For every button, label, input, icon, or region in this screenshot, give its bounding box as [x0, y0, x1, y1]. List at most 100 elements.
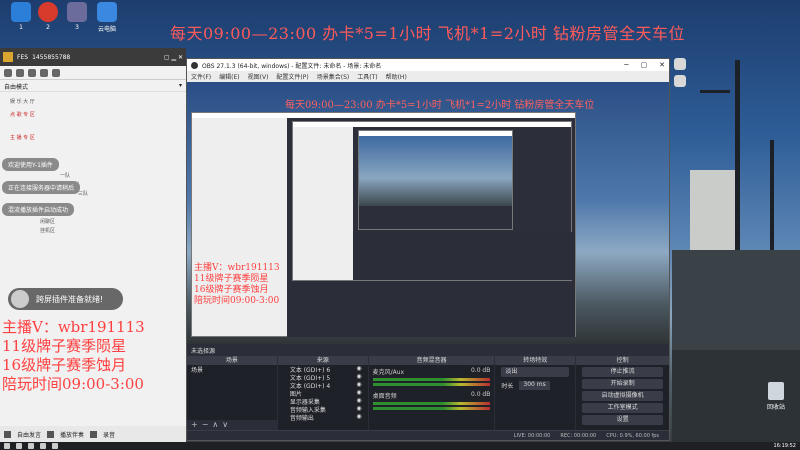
channel-item[interactable]: 点 歌 专 区 — [0, 111, 186, 120]
source-item[interactable]: 文本 (GDI+) 5 ◉ — [278, 373, 368, 382]
mode-select[interactable]: 自由模式 ▾ — [0, 80, 186, 92]
maximize-icon[interactable]: ▢ — [641, 61, 648, 69]
start-recording-button[interactable]: 开始录制 — [582, 379, 663, 389]
start-icon[interactable] — [4, 443, 10, 449]
chat-panel: FES 1455855788 ▢ ▁ ✕ 自由模式 ▾ 娱 乐 大 厅 点 歌 … — [0, 48, 186, 442]
window-controls[interactable]: ─ ▢ ✕ — [624, 61, 665, 69]
scenes-dock: 场景 场景 +−∧∨ — [187, 356, 277, 431]
channel-item[interactable]: 闲聊区 — [0, 218, 186, 227]
obs-docks: 场景 场景 +−∧∨ 来源 文本 (GDI+) 6 ◉ 文本 (GDI+) 5 ◉ … — [187, 356, 669, 431]
settings-button[interactable]: 设置 — [582, 415, 663, 425]
chat-panel-header: FES 1455855788 ▢ ▁ ✕ — [0, 48, 186, 66]
user-icon[interactable] — [28, 68, 36, 77]
preview-banner: 每天09:00—23:00 办卡*5=1小时 飞机*1=2小时 钻粉房管全天车位 — [285, 100, 595, 111]
room-id: 1455855788 — [32, 53, 71, 61]
preview-promo: 主播V：wbr191113 11级牌子赛季陨星 16级牌子赛季蚀月 陪玩时间09… — [194, 263, 280, 306]
search-icon[interactable] — [16, 443, 22, 449]
menu-tools[interactable]: 工具(T) — [357, 72, 377, 81]
menu-profile[interactable]: 配置文件(P) — [276, 72, 308, 81]
transition-select[interactable]: 淡出 — [501, 367, 570, 377]
obs-preview[interactable]: 每天09:00—23:00 办卡*5=1小时 飞机*1=2小时 钻粉房管全天车位… — [187, 82, 669, 344]
avatar — [11, 290, 29, 308]
close-icon[interactable] — [674, 58, 686, 70]
music-icon[interactable] — [47, 430, 55, 438]
source-item[interactable]: 显示器采集 ◉ — [278, 397, 368, 406]
desktop-banner: 每天09:00—23:00 办卡*5=1小时 飞机*1=2小时 钻粉房管全天车位 — [170, 24, 686, 43]
app-icon[interactable] — [40, 443, 46, 449]
avatar — [3, 52, 13, 62]
channel-item[interactable]: 主 播 专 区 — [0, 134, 186, 143]
eye-icon[interactable]: ◉ — [356, 405, 361, 413]
transition-duration: 时长 300 ms — [495, 379, 575, 392]
menu-scene-collection[interactable]: 场景集合(S) — [317, 72, 350, 81]
list-icon[interactable] — [52, 68, 60, 77]
source-item[interactable]: 音频输出 ◉ — [278, 413, 368, 422]
pin-icon[interactable] — [674, 75, 686, 87]
studio-mode-button[interactable]: 工作室模式 — [582, 403, 663, 413]
menu-edit[interactable]: 编辑(E) — [219, 72, 239, 81]
building — [672, 250, 800, 350]
eye-icon[interactable]: ◉ — [356, 397, 361, 405]
minimize-icon[interactable]: ─ — [624, 61, 628, 69]
menu-view[interactable]: 视图(V) — [248, 72, 269, 81]
recycle-bin-icon — [768, 382, 784, 400]
app-icon[interactable] — [52, 443, 58, 449]
settings-icon[interactable] — [16, 68, 24, 77]
pole-crossbar — [700, 90, 730, 93]
tool-icon — [67, 2, 87, 22]
source-item[interactable]: 文本 (GDI+) 4 ◉ — [278, 381, 368, 390]
mixer-channel: 桌面音频 0.0 dB — [369, 389, 495, 413]
nested-capture: 主播V：wbr191113 11级牌子赛季陨星 16级牌子赛季蚀月 陪玩时间09… — [191, 112, 576, 337]
task-view-icon[interactable] — [28, 443, 34, 449]
antivirus-icon — [38, 2, 58, 22]
home-icon[interactable] — [4, 68, 12, 77]
no-source-selected: 未选择源 — [191, 348, 216, 355]
building — [690, 170, 735, 250]
cloud-pc-icon — [97, 2, 117, 22]
mic-icon[interactable] — [4, 430, 11, 438]
controls-dock: 控制 停止推流 开始录制 启动虚拟摄像机 工作室模式 设置 — [576, 356, 669, 431]
obs-status-bar: LIVE: 00:00:00 REC: 00:00:00 CPU: 0.9%, … — [187, 430, 669, 440]
window-controls[interactable]: ▢ ▁ ✕ — [164, 54, 183, 61]
eye-icon[interactable]: ◉ — [356, 389, 361, 397]
scene-item[interactable]: 场景 — [187, 365, 277, 374]
volume-slider[interactable] — [372, 407, 491, 410]
menu-help[interactable]: 帮助(H) — [386, 72, 407, 81]
recycle-bin[interactable]: 回收站 — [758, 382, 794, 411]
source-item[interactable]: 音频输入采集 ◉ — [278, 405, 368, 414]
close-icon[interactable]: ✕ — [659, 61, 665, 69]
stop-streaming-button[interactable]: 停止推流 — [582, 367, 663, 377]
obs-menu-bar: 文件(F) 编辑(E) 视图(V) 配置文件(P) 场景集合(S) 工具(T) … — [187, 71, 669, 82]
chat-bubble: 混流播放插件启动成功 — [2, 203, 75, 216]
source-item[interactable]: 图片 ◉ — [278, 389, 368, 398]
message-icon[interactable] — [40, 68, 48, 77]
source-item[interactable]: 文本 (GDI+) 6 ◉ — [278, 365, 368, 374]
play-accompaniment-button[interactable]: 播放伴奏 — [60, 430, 84, 439]
desktop-icon[interactable]: 云电脑 — [86, 2, 128, 33]
volume-slider[interactable] — [372, 383, 491, 386]
chat-toolbar — [0, 66, 186, 80]
mixer-channel: 麦克风/Aux 0.0 dB — [369, 365, 495, 389]
sources-dock: 来源 文本 (GDI+) 6 ◉ 文本 (GDI+) 5 ◉ 文本 (GDI+) 4… — [277, 356, 368, 431]
eye-icon[interactable]: ◉ — [356, 373, 361, 381]
virtual-camera-button[interactable]: 启动虚拟摄像机 — [582, 391, 663, 401]
volume-meter — [372, 402, 491, 405]
chevron-down-icon: ▾ — [178, 82, 182, 89]
channel-item[interactable]: 娱 乐 大 厅 — [0, 98, 186, 107]
menu-file[interactable]: 文件(F) — [191, 72, 211, 81]
free-speak-button[interactable]: 自由发言 — [17, 430, 41, 439]
channel-item[interactable]: 挂机区 — [0, 227, 186, 236]
streamer-promo: 主播V：wbr191113 11级牌子赛季陨星 16级牌子赛季蚀月 陪玩时间09… — [2, 318, 145, 393]
channel-item[interactable]: 一队 — [0, 172, 186, 181]
obs-window: OBS 27.1.3 (64-bit, windows) - 配置文件: 未命名… — [186, 58, 670, 441]
eye-icon[interactable]: ◉ — [356, 413, 361, 421]
eye-icon[interactable]: ◉ — [356, 365, 361, 373]
eye-icon[interactable]: ◉ — [356, 381, 361, 389]
record-button[interactable]: 录音 — [103, 430, 115, 439]
chat-bubble: 欢迎使用Y-1插件 — [2, 158, 59, 171]
record-icon[interactable] — [90, 430, 98, 438]
chat-footer: 自由发言 播放伴奏 录音 — [0, 426, 186, 442]
nested-capture — [292, 121, 573, 281]
duration-input[interactable]: 300 ms — [519, 381, 550, 390]
obs-logo-icon — [191, 61, 198, 69]
